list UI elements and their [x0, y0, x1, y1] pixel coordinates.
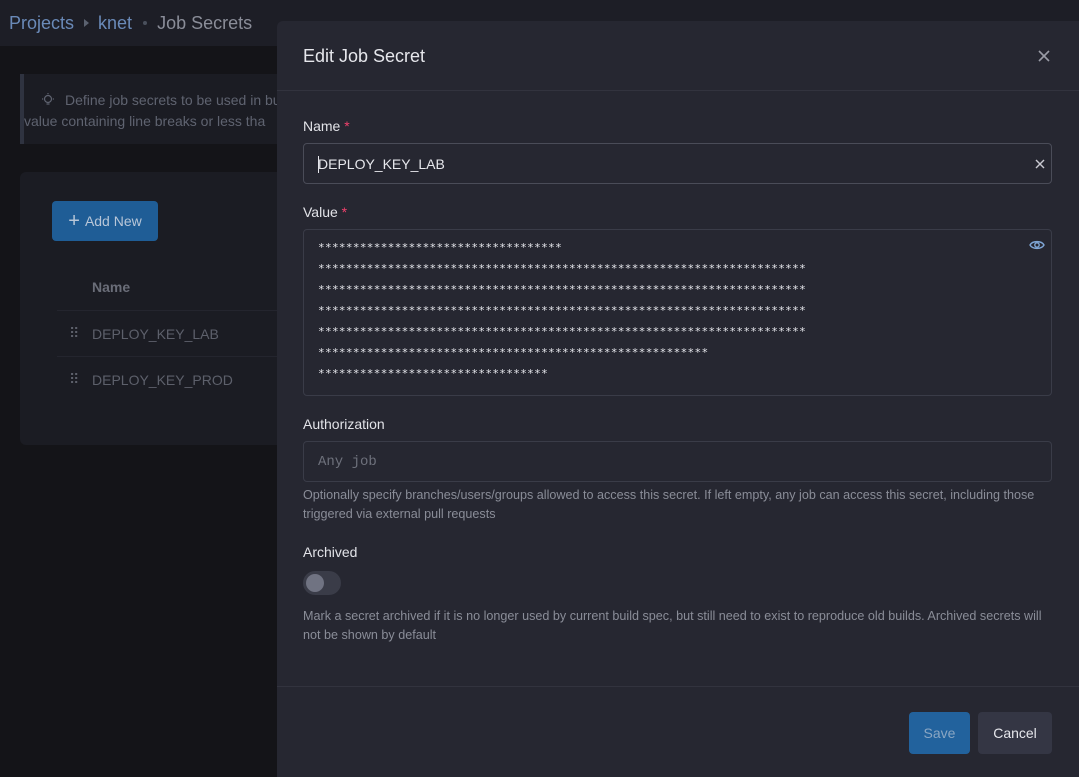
tip-text-line2: value containing line breaks or less tha	[24, 113, 266, 129]
secrets-card: + Add New Name ⠿ DEPLOY_KEY_LAB ⠿ DEPLOY…	[20, 172, 320, 445]
modal-title: Edit Job Secret	[303, 46, 426, 66]
masked-value-line: ****************************************…	[318, 304, 807, 317]
toggle-knob	[306, 574, 324, 592]
secret-name: DEPLOY_KEY_PROD	[92, 371, 233, 388]
archived-toggle[interactable]	[303, 571, 341, 595]
eye-icon[interactable]	[1029, 238, 1045, 252]
masked-value-line: ****************************************…	[318, 283, 807, 296]
authorization-help: Optionally specify branches/users/groups…	[303, 488, 1035, 521]
masked-value-line: ***********************************	[318, 241, 563, 254]
breadcrumb-projects[interactable]: Projects	[9, 13, 74, 34]
column-header-name: Name	[92, 279, 131, 295]
archived-help: Mark a secret archived if it is no longe…	[303, 609, 1042, 642]
name-input[interactable]: DEPLOY_KEY_LAB	[303, 143, 1052, 184]
masked-value-line: ****************************************…	[318, 262, 807, 275]
masked-value-line: ****************************************…	[318, 325, 807, 338]
authorization-input[interactable]: Any job	[303, 441, 1052, 482]
name-label: Name *	[303, 118, 350, 134]
tip-callout: Define job secrets to be used in bu valu…	[20, 74, 320, 144]
archived-label: Archived	[303, 544, 358, 560]
bulb-icon	[42, 93, 54, 105]
secret-value-textarea[interactable]: *********************************** ****…	[303, 229, 1052, 396]
clear-icon[interactable]	[1035, 159, 1045, 169]
authorization-placeholder: Any job	[318, 454, 377, 470]
tip-text-line1: Define job secrets to be used in bu	[65, 92, 281, 108]
masked-value-line: ****************************************…	[318, 346, 709, 359]
breadcrumb-project-knet[interactable]: knet	[98, 13, 132, 34]
close-icon[interactable]	[1037, 49, 1051, 63]
required-mark: *	[341, 204, 348, 220]
secret-name: DEPLOY_KEY_LAB	[92, 325, 219, 342]
plus-icon: +	[68, 210, 80, 232]
chevron-right-icon	[84, 19, 90, 27]
cancel-button[interactable]: Cancel	[978, 712, 1052, 754]
modal-footer: Save Cancel	[277, 686, 1079, 777]
modal-header: Edit Job Secret	[277, 21, 1079, 91]
required-mark: *	[344, 118, 350, 134]
authorization-label: Authorization	[303, 416, 385, 432]
masked-value-line: *********************************	[318, 367, 549, 380]
drag-handle-icon[interactable]: ⠿	[57, 371, 92, 388]
breadcrumb-current-page: Job Secrets	[157, 12, 253, 33]
add-new-button[interactable]: + Add New	[52, 201, 158, 241]
edit-job-secret-modal: Edit Job Secret Name * DEPLOY_KEY_LAB Va…	[277, 21, 1079, 777]
value-label-text: Value	[303, 204, 338, 220]
name-input-value: DEPLOY_KEY_LAB	[318, 156, 445, 172]
text-caret	[318, 156, 319, 173]
name-label-text: Name	[303, 118, 341, 134]
save-button[interactable]: Save	[909, 712, 970, 754]
add-new-label: Add New	[84, 213, 142, 229]
dot-separator-icon	[143, 21, 148, 25]
drag-handle-icon[interactable]: ⠿	[57, 325, 92, 342]
value-label: Value *	[303, 204, 347, 220]
